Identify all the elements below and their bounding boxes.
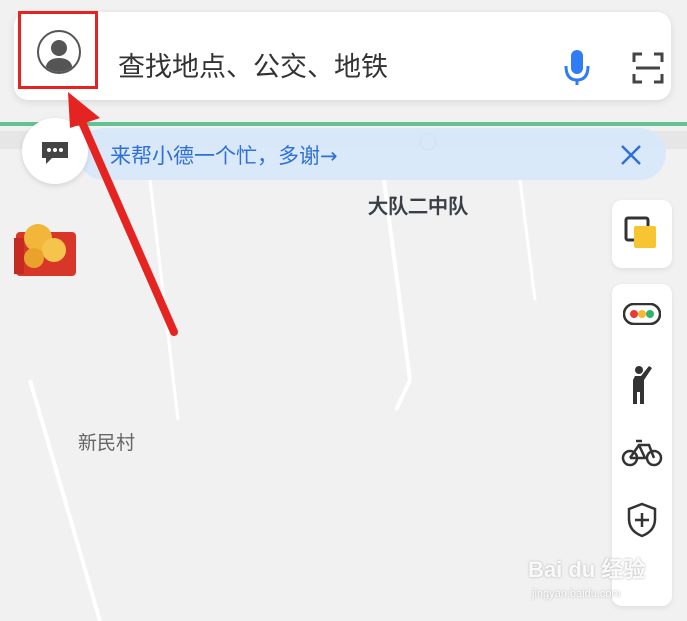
avatar-highlight-box [18, 11, 98, 89]
message-button[interactable] [22, 118, 88, 184]
watermark-url: jingyan.baidu.com [532, 588, 621, 600]
user-avatar-icon[interactable] [37, 30, 81, 74]
traffic-light-icon[interactable] [612, 286, 672, 342]
map-label-xinmin: 新民村 [78, 432, 136, 454]
microphone-icon[interactable] [564, 50, 590, 90]
bike-icon[interactable] [612, 424, 672, 480]
map-label-dadui: 大队二中队 [368, 194, 468, 218]
taxi-hail-icon[interactable] [612, 356, 672, 412]
shield-plus-icon[interactable] [612, 492, 672, 548]
layers-icon[interactable] [612, 206, 672, 262]
scan-icon[interactable] [632, 52, 664, 88]
red-envelope-icon[interactable] [14, 216, 80, 278]
search-bar: 查找地点、公交、地铁 [14, 12, 671, 100]
close-icon[interactable] [620, 144, 642, 170]
watermark-logo: Bai du 经验 [528, 557, 646, 582]
search-input[interactable]: 查找地点、公交、地铁 [118, 48, 538, 88]
banner-text: 来帮小德一个忙，多谢→ [110, 144, 338, 168]
help-banner[interactable]: 来帮小德一个忙，多谢→ [78, 128, 666, 180]
message-bubble-icon [42, 142, 68, 164]
